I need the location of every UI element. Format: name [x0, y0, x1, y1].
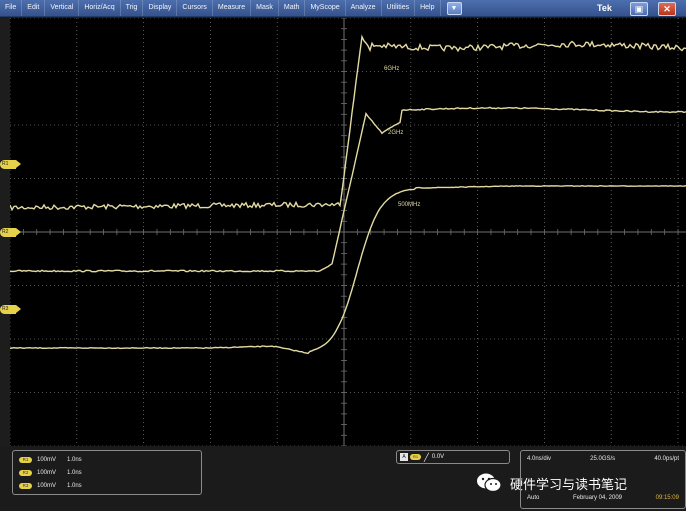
trigger-channel: R1 — [410, 454, 421, 460]
menu-math[interactable]: Math — [279, 0, 306, 16]
acquisition-time: 09:15:09 — [655, 495, 679, 501]
minimize-icon[interactable]: ▣ — [630, 2, 648, 16]
record-resolution: 40.0ps/pt — [654, 456, 679, 462]
trigger-source: A — [400, 453, 408, 461]
trace-label-500mhz: 500MHz — [398, 202, 421, 208]
menu-bar: File Edit Vertical Horiz/Acq Trig Displa… — [0, 0, 686, 17]
trace-6ghz — [10, 34, 686, 212]
menu-cursors[interactable]: Cursors — [177, 0, 213, 16]
menu-horiz-acq[interactable]: Horiz/Acq — [79, 0, 121, 16]
waveform-display[interactable]: 6GHz 2GHz 500MHz — [10, 18, 686, 446]
menu-analyze[interactable]: Analyze — [346, 0, 382, 16]
tek-logo: Tek — [597, 3, 612, 13]
trace-label-6ghz: 6GHz — [384, 66, 400, 72]
channel-timebase: 1.0ns — [67, 483, 82, 489]
close-icon[interactable]: ✕ — [658, 2, 676, 16]
menu-file[interactable]: File — [0, 0, 23, 16]
menu-vertical[interactable]: Vertical — [45, 0, 80, 16]
menu-measure[interactable]: Measure — [213, 0, 252, 16]
status-panel: R1 100mV 1.0ns R2 100mV 1.0ns R3 100mV 1… — [0, 446, 686, 511]
menu-utilities[interactable]: Utilities — [382, 0, 416, 16]
menu-trig[interactable]: Trig — [121, 0, 144, 16]
acquisition-date: February 04, 2009 — [572, 495, 622, 501]
channel-readout[interactable]: R1 100mV 1.0ns R2 100mV 1.0ns R3 100mV 1… — [12, 450, 202, 495]
channel-badge: R3 — [19, 483, 32, 489]
channel-badge: R2 — [19, 470, 32, 476]
menu-myscope[interactable]: MyScope — [305, 0, 346, 16]
channel-badge: R1 — [19, 457, 32, 463]
trigger-readout[interactable]: A R1 ╱ 0.0V — [396, 450, 510, 464]
channel-row[interactable]: R1 100mV 1.0ns — [19, 454, 82, 466]
horizontal-readout[interactable]: 4.0ns/div 25.0GS/s 40.0ps/pt Auto Februa… — [520, 450, 686, 509]
acquisition-mode: Auto — [527, 495, 540, 501]
ch1-marker[interactable]: R1 — [0, 160, 21, 169]
trace-2ghz — [10, 106, 686, 273]
menu-help[interactable]: Help — [415, 0, 441, 16]
channel-timebase: 1.0ns — [67, 457, 82, 463]
menu-display[interactable]: Display — [143, 0, 178, 16]
channel-row[interactable]: R2 100mV 1.0ns — [19, 467, 82, 479]
ch2-marker[interactable]: R2 — [0, 228, 21, 237]
sample-rate: 25.0GS/s — [590, 456, 616, 462]
horizontal-scale: 4.0ns/div — [527, 456, 552, 462]
menu-mask[interactable]: Mask — [251, 0, 279, 16]
channel-scale: 100mV — [37, 470, 57, 476]
trigger-level: 0.0V — [431, 454, 445, 460]
chevron-down-icon[interactable]: ▼ — [446, 1, 462, 15]
channel-scale: 100mV — [37, 483, 57, 489]
trace-label-2ghz: 2GHz — [388, 130, 404, 136]
ch3-marker[interactable]: R3 — [0, 305, 21, 314]
trace-500mhz — [10, 184, 686, 355]
channel-row[interactable]: R3 100mV 1.0ns — [19, 480, 82, 492]
channel-scale: 100mV — [37, 457, 57, 463]
channel-timebase: 1.0ns — [67, 470, 82, 476]
waveform-graticule — [10, 18, 686, 446]
wechat-icon — [476, 472, 502, 494]
menu-edit[interactable]: Edit — [22, 0, 46, 16]
rising-edge-icon: ╱ — [424, 452, 429, 462]
